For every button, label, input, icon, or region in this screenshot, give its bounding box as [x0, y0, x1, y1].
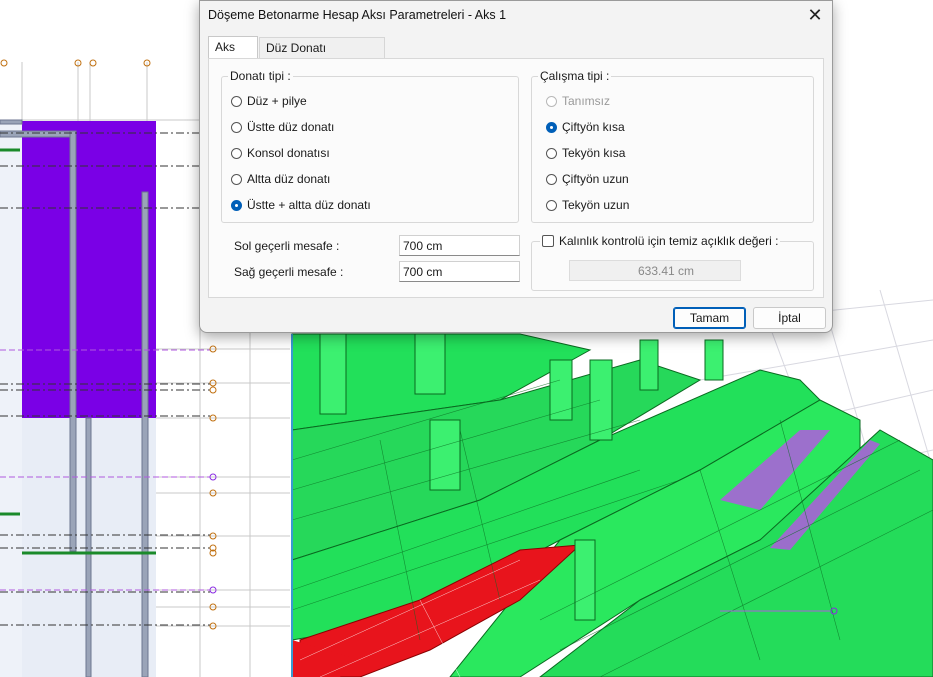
kalinlik-kontrolu-checkbox[interactable]: Kalınlık kontrolü için temiz açıklık değ… [540, 234, 781, 248]
3d-viewport [291, 289, 933, 677]
radio-indicator [546, 173, 557, 185]
radio-ustte-altta-duz-donati[interactable]: Üstte + altta düz donatı [231, 198, 371, 212]
radio-label: Konsol donatısı [247, 146, 330, 160]
radio-indicator [231, 173, 242, 185]
sag-gecerli-mesafe-input[interactable]: 700 cm [399, 261, 520, 282]
radio-label: Tekyön kısa [562, 146, 626, 160]
radio-label: Çiftyön uzun [562, 172, 629, 186]
radio-label: Düz + pilye [247, 94, 307, 108]
tamam-button[interactable]: Tamam [673, 307, 746, 329]
calisma-tipi-label: Çalışma tipi : [538, 69, 612, 83]
sol-gecerli-mesafe-label: Sol geçerli mesafe : [234, 239, 340, 253]
radio-tekyon-uzun[interactable]: Tekyön uzun [546, 198, 629, 212]
radio-ustte-duz-donati[interactable]: Üstte düz donatı [231, 120, 334, 134]
dialog-titlebar[interactable]: Döşeme Betonarme Hesap Aksı Parametreler… [200, 1, 832, 31]
radio-indicator-disabled [546, 95, 557, 107]
radio-label: Çiftyön kısa [562, 120, 625, 134]
radio-label: Tekyön uzun [562, 198, 630, 212]
radio-indicator-selected [231, 199, 242, 211]
radio-indicator [546, 199, 557, 211]
radio-ciftyon-kisa[interactable]: Çiftyön kısa [546, 120, 625, 134]
radio-indicator [231, 147, 242, 159]
radio-label: Üstte + altta düz donatı [247, 198, 371, 212]
radio-label: Tanımsız [562, 94, 611, 108]
tab-page-aks-tipi: Donatı tipi : Düz + pilye Üstte düz dona… [208, 58, 824, 298]
radio-altta-duz-donati[interactable]: Altta düz donatı [231, 172, 330, 186]
radio-tekyon-kisa[interactable]: Tekyön kısa [546, 146, 625, 160]
calisma-tipi-group: Çalışma tipi : Tanımsız Çiftyön kısa Tek… [531, 69, 814, 223]
kalinlik-kontrolu-group: Kalınlık kontrolü için temiz açıklık değ… [531, 234, 814, 291]
radio-label: Altta düz donatı [247, 172, 331, 186]
close-button[interactable]: ✕ [802, 3, 828, 27]
dialog-title: Döşeme Betonarme Hesap Aksı Parametreler… [208, 8, 507, 22]
slab-region-left [0, 121, 22, 677]
radio-label: Üstte düz donatı [247, 120, 335, 134]
donati-tipi-group: Donatı tipi : Düz + pilye Üstte düz dona… [221, 69, 519, 223]
radio-indicator [231, 95, 242, 107]
radio-indicator [231, 121, 242, 133]
temiz-aciklik-degeri-input: 633.41 cm [569, 260, 741, 281]
radio-indicator-selected [546, 121, 557, 133]
radio-tanimsiz: Tanımsız [546, 94, 610, 108]
tab-aks-tipi[interactable]: Aks Tipi [208, 36, 258, 75]
sol-gecerli-mesafe-input[interactable]: 700 cm [399, 235, 520, 256]
aks-parametreleri-dialog: Döşeme Betonarme Hesap Aksı Parametreler… [199, 0, 833, 333]
tab-duz-donati-parametreleri[interactable]: Düz Donatı Parametreleri [259, 37, 385, 76]
radio-duz-pilye[interactable]: Düz + pilye [231, 94, 307, 108]
donati-tipi-label: Donatı tipi : [228, 69, 293, 83]
checkbox-label: Kalınlık kontrolü için temiz açıklık değ… [559, 234, 779, 248]
iptal-button[interactable]: İptal [753, 307, 826, 329]
radio-ciftyon-uzun[interactable]: Çiftyön uzun [546, 172, 629, 186]
close-icon: ✕ [807, 4, 823, 25]
radio-indicator [546, 147, 557, 159]
sag-gecerli-mesafe-label: Sağ geçerli mesafe : [234, 265, 344, 279]
checkbox-indicator [542, 235, 554, 247]
radio-konsol-donatisi[interactable]: Konsol donatısı [231, 146, 330, 160]
